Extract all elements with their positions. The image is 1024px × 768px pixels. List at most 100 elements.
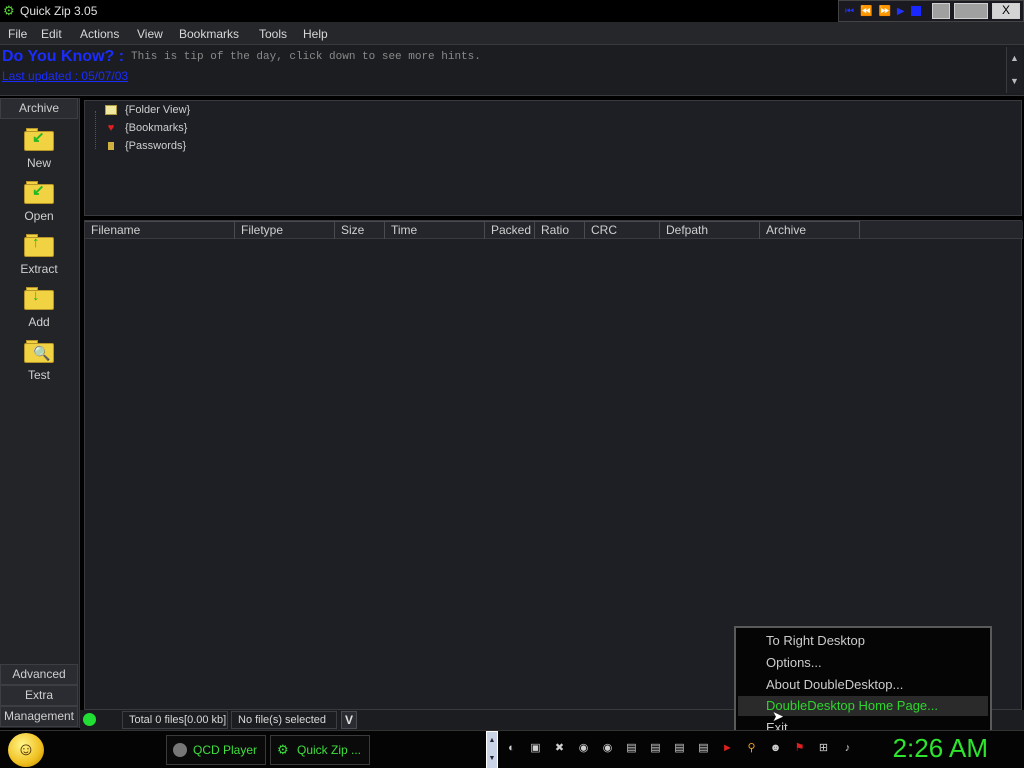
- monitor2-icon[interactable]: ▤: [648, 741, 663, 756]
- tip-heading: Do You Know? :: [2, 48, 125, 65]
- heart-icon: ♥: [107, 122, 115, 134]
- tip-updated-link[interactable]: Last updated : 05/07/03: [2, 69, 128, 83]
- menu-actions[interactable]: Actions: [80, 27, 119, 41]
- sidebar: Archive ↙ New ↙ Open ↑ Extract ↓ Add 🔍 T…: [0, 98, 80, 728]
- taskbar-button-label: QCD Player: [193, 743, 258, 757]
- tab-archive[interactable]: Archive: [0, 98, 78, 119]
- remove-icon[interactable]: ✖: [552, 741, 567, 756]
- flag-icon[interactable]: ⚑: [792, 741, 807, 756]
- tree-item-label: {Folder View}: [125, 104, 191, 116]
- search-icon[interactable]: ⚲: [744, 741, 759, 756]
- tree-item-label: {Passwords}: [125, 140, 187, 152]
- forward-icon[interactable]: ⏩: [878, 6, 890, 17]
- tree-item-passwords[interactable]: {Passwords}: [105, 140, 186, 152]
- window-title: Quick Zip 3.05: [20, 4, 98, 18]
- scroll-up-icon[interactable]: ▲: [1007, 47, 1022, 70]
- tree-connector: [95, 111, 96, 149]
- tree-item-folder-view[interactable]: {Folder View}: [105, 104, 190, 116]
- menu-tools[interactable]: Tools: [259, 27, 287, 41]
- new-label: New: [26, 156, 51, 170]
- menu-item-about[interactable]: About DoubleDesktop...: [766, 677, 903, 692]
- play-icon[interactable]: ▶: [897, 6, 905, 17]
- monitor3-icon[interactable]: ▤: [672, 741, 687, 756]
- taskbar-splitter[interactable]: ▲ ▼: [486, 731, 498, 768]
- extract-icon: ↑: [24, 234, 54, 258]
- tab-management[interactable]: Management: [0, 706, 78, 727]
- messenger-icon[interactable]: ☻: [768, 741, 783, 756]
- menu-view[interactable]: View: [137, 27, 163, 41]
- arrow-icon[interactable]: ►: [720, 741, 735, 756]
- column-packed[interactable]: Packed: [485, 221, 535, 239]
- column-time[interactable]: Time: [385, 221, 485, 239]
- close-button[interactable]: X: [992, 3, 1020, 19]
- ac2-icon[interactable]: ◉: [600, 741, 615, 756]
- monitor4-icon[interactable]: ▤: [696, 741, 711, 756]
- new-archive-icon: ↙: [24, 128, 54, 152]
- column-crc[interactable]: CRC: [585, 221, 660, 239]
- mouse-cursor-icon: ➤: [772, 708, 784, 724]
- taskbar-button-label: Quick Zip ...: [297, 743, 362, 757]
- maximize-button[interactable]: [954, 3, 988, 19]
- column-ratio[interactable]: Ratio: [535, 221, 585, 239]
- add-button[interactable]: ↓ Add: [0, 287, 78, 340]
- ac-icon[interactable]: ◉: [576, 741, 591, 756]
- network-status-icon[interactable]: ⊞: [816, 741, 831, 756]
- stop-icon[interactable]: [910, 6, 921, 16]
- test-button[interactable]: 🔍 Test: [0, 340, 78, 393]
- open-button[interactable]: ↙ Open: [0, 181, 78, 234]
- tip-text: This is tip of the day, click down to se…: [131, 51, 481, 63]
- column-filename[interactable]: Filename: [85, 221, 235, 239]
- rewind-icon[interactable]: ⏪: [860, 6, 872, 17]
- menu-file[interactable]: File: [8, 27, 27, 41]
- view-toggle-button[interactable]: V: [341, 711, 357, 729]
- tab-extra[interactable]: Extra: [0, 685, 78, 706]
- taskbar-button-qcd-player[interactable]: QCD Player: [166, 735, 266, 765]
- test-archive-icon: 🔍: [24, 340, 54, 364]
- start-smiley-icon[interactable]: ☺: [8, 733, 44, 767]
- minimize-button[interactable]: [932, 3, 950, 19]
- extract-label: Extract: [20, 262, 58, 276]
- network-icon[interactable]: ◐: [504, 741, 519, 756]
- splitter-down-icon: ▼: [488, 755, 496, 762]
- menu-item-to-right-desktop[interactable]: To Right Desktop: [766, 633, 865, 648]
- menu-edit[interactable]: Edit: [41, 27, 62, 41]
- menu-help[interactable]: Help: [303, 27, 328, 41]
- menu-bookmarks[interactable]: Bookmarks: [179, 27, 239, 41]
- key-icon: [108, 142, 114, 150]
- add-files-icon: ↓: [24, 287, 54, 311]
- status-selected: No file(s) selected: [231, 711, 337, 729]
- open-label: Open: [24, 209, 54, 223]
- tab-advanced[interactable]: Advanced: [0, 664, 78, 685]
- monitor-icon[interactable]: ▤: [624, 741, 639, 756]
- taskbar: ☺ QCD Player ⚙ Quick Zip ... ▲ ▼ ◐ ▣ ✖ ◉…: [0, 730, 1024, 768]
- volume-icon[interactable]: ♪: [840, 741, 855, 756]
- status-total: Total 0 files[0.00 kb]: [122, 711, 228, 729]
- extract-button[interactable]: ↑ Extract: [0, 234, 78, 287]
- archive-tools: ↙ New ↙ Open ↑ Extract ↓ Add 🔍 Test: [0, 128, 78, 393]
- taskbar-button-quick-zip[interactable]: ⚙ Quick Zip ...: [270, 735, 370, 765]
- qcd-player-icon: [173, 743, 187, 757]
- tip-of-day-panel: Do You Know? : This is tip of the day, c…: [0, 44, 1024, 96]
- scroll-down-icon[interactable]: ▼: [1007, 70, 1022, 93]
- quick-zip-app-icon[interactable]: ⚙: [3, 4, 17, 18]
- title-bar: ⚙ Quick Zip 3.05 ⏮ ⏪ ⏩ ▶ X: [0, 0, 1024, 22]
- tip-scrollbar[interactable]: ▲ ▼: [1006, 47, 1022, 93]
- column-headers: Filename Filetype Size Time Packed Ratio…: [85, 221, 1023, 239]
- column-filetype[interactable]: Filetype: [235, 221, 335, 239]
- skip-back-icon[interactable]: ⏮: [845, 6, 854, 17]
- window-icon[interactable]: ▣: [528, 741, 543, 756]
- column-size[interactable]: Size: [335, 221, 385, 239]
- menu-item-options[interactable]: Options...: [766, 655, 822, 670]
- taskbar-clock[interactable]: 2:26 AM: [893, 733, 988, 764]
- menu-bar: File Edit Actions View Bookmarks Tools H…: [0, 22, 1024, 44]
- folder-icon: [105, 105, 117, 115]
- tree-item-label: {Bookmarks}: [125, 122, 188, 134]
- status-indicator-icon: [83, 713, 96, 726]
- column-archive[interactable]: Archive: [760, 221, 860, 239]
- tree-item-bookmarks[interactable]: ♥ {Bookmarks}: [105, 122, 188, 134]
- column-defpath[interactable]: Defpath: [660, 221, 760, 239]
- system-tray: ◐ ▣ ✖ ◉ ◉ ▤ ▤ ▤ ▤ ► ⚲ ☻ ⚑ ⊞ ♪: [504, 741, 855, 756]
- new-button[interactable]: ↙ New: [0, 128, 78, 181]
- tree-view: {Folder View} ♥ {Bookmarks} {Passwords}: [84, 100, 1022, 216]
- quick-zip-icon: ⚙: [277, 742, 289, 757]
